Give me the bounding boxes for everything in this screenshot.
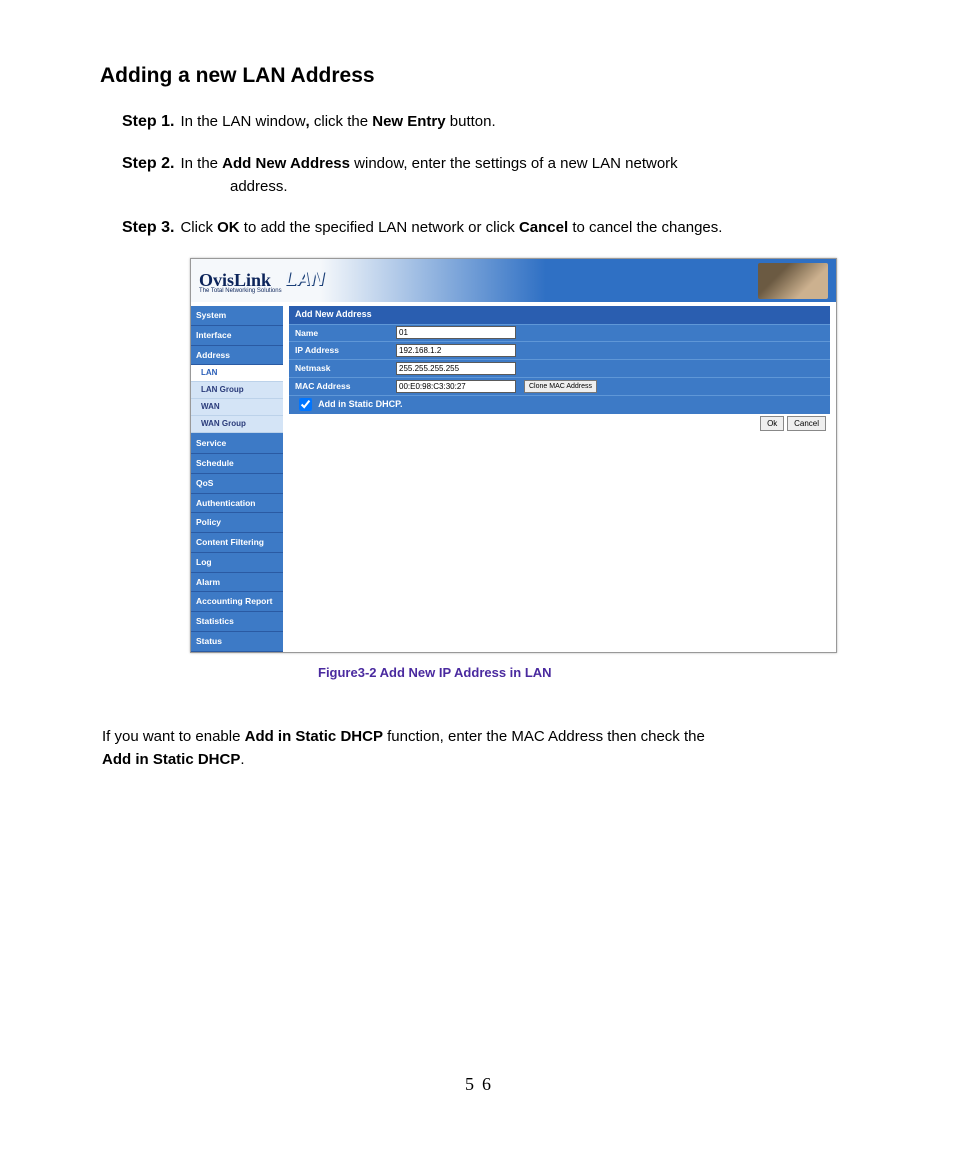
form-panel: Add New Address Name IP Address Netmask … <box>283 302 836 652</box>
step-3-label: Step 3. <box>122 219 174 236</box>
logo-subtitle: The Total Networking Solutions <box>199 287 282 296</box>
nav-service[interactable]: Service <box>191 434 283 454</box>
subnav-lan[interactable]: LAN <box>191 365 283 382</box>
screenshot-panel: OvisLink The Total Networking Solutions … <box>190 258 837 653</box>
clone-mac-button[interactable]: Clone MAC Address <box>524 380 597 393</box>
input-name[interactable] <box>396 326 516 339</box>
step-2-label: Step 2. <box>122 155 174 172</box>
label-netmask: Netmask <box>289 360 396 377</box>
nav-log[interactable]: Log <box>191 553 283 573</box>
screenshot-header: OvisLink The Total Networking Solutions … <box>191 259 836 302</box>
input-mac[interactable] <box>396 380 516 393</box>
label-mac: MAC Address <box>289 378 396 395</box>
page-number: 56 <box>100 1071 864 1098</box>
nav-interface[interactable]: Interface <box>191 326 283 346</box>
checkbox-static-dhcp[interactable] <box>299 398 312 411</box>
header-section-title: LAN <box>285 266 324 295</box>
nav-statistics[interactable]: Statistics <box>191 612 283 632</box>
nav-system[interactable]: System <box>191 306 283 326</box>
nav-accounting-report[interactable]: Accounting Report <box>191 592 283 612</box>
step-3: Step 3.Click OK to add the specified LAN… <box>122 216 864 240</box>
nav-address[interactable]: Address <box>191 346 283 366</box>
page-title: Adding a new LAN Address <box>100 60 864 92</box>
subnav-wan-group[interactable]: WAN Group <box>191 416 283 433</box>
nav-policy[interactable]: Policy <box>191 513 283 533</box>
ok-button[interactable]: Ok <box>760 416 784 431</box>
label-ip: IP Address <box>289 342 396 359</box>
label-name: Name <box>289 325 396 342</box>
nav-status[interactable]: Status <box>191 632 283 652</box>
nav-qos[interactable]: QoS <box>191 474 283 494</box>
subnav-wan[interactable]: WAN <box>191 399 283 416</box>
nav-schedule[interactable]: Schedule <box>191 454 283 474</box>
nav-authentication[interactable]: Authentication <box>191 494 283 514</box>
input-netmask[interactable] <box>396 362 516 375</box>
checkbox-label: Add in Static DHCP. <box>318 399 402 409</box>
cancel-button[interactable]: Cancel <box>787 416 826 431</box>
step-2: Step 2.In the Add New Address window, en… <box>122 152 864 199</box>
form-title: Add New Address <box>289 306 830 324</box>
subnav-lan-group[interactable]: LAN Group <box>191 382 283 399</box>
step-1-label: Step 1. <box>122 113 174 130</box>
sidebar-nav: System Interface Address LAN LAN Group W… <box>191 302 283 652</box>
closing-paragraph: If you want to enable Add in Static DHCP… <box>102 726 864 771</box>
header-photo <box>758 263 828 299</box>
nav-alarm[interactable]: Alarm <box>191 573 283 593</box>
nav-content-filtering[interactable]: Content Filtering <box>191 533 283 553</box>
figure-caption: Figure3-2 Add New IP Address in LAN <box>318 663 864 683</box>
input-ip[interactable] <box>396 344 516 357</box>
step-1: Step 1.In the LAN window, click the New … <box>122 110 864 134</box>
